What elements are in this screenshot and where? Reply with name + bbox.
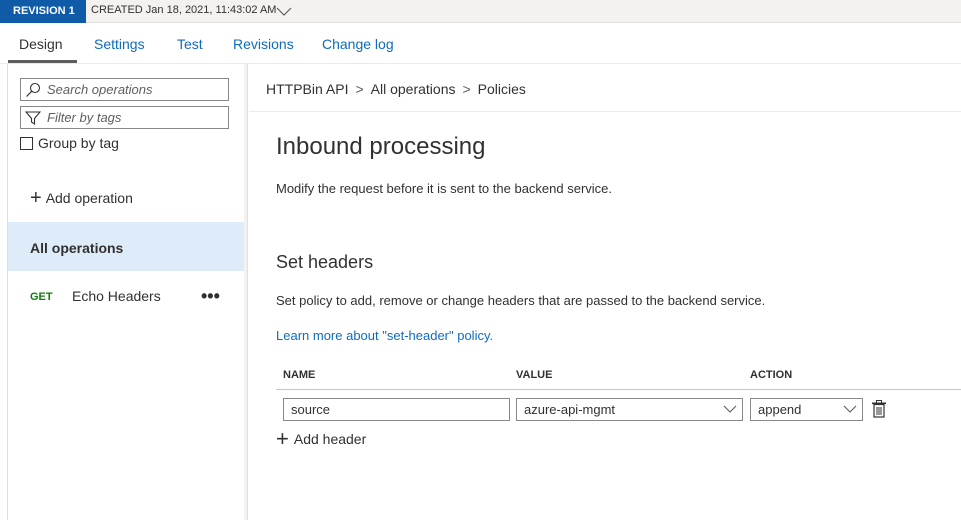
group-by-tag-label: Group by tag — [38, 135, 119, 151]
search-operations-input[interactable] — [47, 79, 227, 100]
breadcrumb-separator: > — [462, 81, 471, 97]
tab-design[interactable]: Design — [19, 23, 63, 64]
breadcrumb-all-operations[interactable]: All operations — [371, 81, 456, 97]
section-title: Set headers — [276, 252, 374, 272]
header-action-dropdown[interactable]: append — [750, 398, 863, 421]
more-options-icon[interactable]: ••• — [201, 286, 220, 307]
all-operations-item[interactable]: All operations — [8, 222, 244, 271]
page-title: Inbound processing — [276, 133, 486, 160]
filter-icon — [25, 111, 41, 126]
tab-change-log[interactable]: Change log — [322, 23, 394, 64]
chevron-down-icon — [723, 405, 737, 413]
breadcrumb-divider — [249, 111, 961, 112]
filter-tags-input[interactable] — [47, 107, 227, 128]
page-description: Modify the request before it is sent to … — [276, 181, 613, 196]
tab-bar: Design Settings Test Revisions Change lo… — [0, 23, 961, 64]
operation-item[interactable]: GET Echo Headers ••• — [8, 282, 244, 312]
group-by-tag-checkbox[interactable] — [20, 136, 33, 150]
headers-table-header: NAME VALUE ACTION — [276, 362, 961, 390]
header-value-dropdown[interactable]: azure-api-mgmt — [516, 398, 743, 421]
group-by-tag-row[interactable]: Group by tag — [20, 135, 119, 151]
filter-tags-box[interactable] — [20, 106, 229, 129]
breadcrumb-separator: > — [355, 81, 364, 97]
column-name: NAME — [283, 369, 316, 381]
column-action: ACTION — [750, 369, 793, 381]
add-operation-button[interactable]: + Add operation — [30, 188, 133, 208]
revision-created-date: CREATED Jan 18, 2021, 11:43:02 AM — [91, 4, 277, 16]
add-header-label: Add header — [293, 431, 367, 447]
active-tab-indicator — [8, 60, 77, 63]
revision-bar: REVISION 1 CREATED Jan 18, 2021, 11:43:0… — [0, 0, 961, 23]
add-operation-label: Add operation — [45, 190, 133, 206]
column-value: VALUE — [516, 369, 553, 381]
operations-sidebar: Group by tag + Add operation All operati… — [7, 64, 245, 520]
all-operations-label: All operations — [30, 240, 124, 256]
operation-name: Echo Headers — [72, 288, 161, 304]
learn-more-link[interactable]: Learn more about "set-header" policy. — [276, 328, 493, 343]
search-operations-box[interactable] — [20, 78, 229, 101]
sidebar-splitter[interactable] — [244, 64, 248, 520]
tab-revisions[interactable]: Revisions — [233, 23, 294, 64]
section-description: Set policy to add, remove or change head… — [276, 293, 766, 308]
plus-icon: + — [276, 426, 289, 451]
chevron-down-icon[interactable] — [275, 4, 293, 18]
delete-icon[interactable] — [871, 400, 887, 418]
search-icon — [26, 82, 41, 97]
tab-settings[interactable]: Settings — [94, 23, 145, 64]
operation-method: GET — [30, 291, 53, 303]
breadcrumb-api[interactable]: HTTPBin API — [266, 81, 348, 97]
revision-badge: REVISION 1 — [0, 0, 86, 23]
header-action-text: append — [758, 402, 802, 417]
header-value-text: azure-api-mgmt — [524, 402, 616, 417]
breadcrumb-policies: Policies — [477, 81, 526, 97]
add-header-button[interactable]: + Add header — [276, 426, 367, 451]
breadcrumb: HTTPBin API > All operations > Policies — [266, 81, 526, 97]
header-name-input[interactable]: source — [283, 398, 510, 421]
plus-icon: + — [30, 187, 42, 209]
chevron-down-icon — [843, 405, 857, 413]
tab-test[interactable]: Test — [177, 23, 203, 64]
